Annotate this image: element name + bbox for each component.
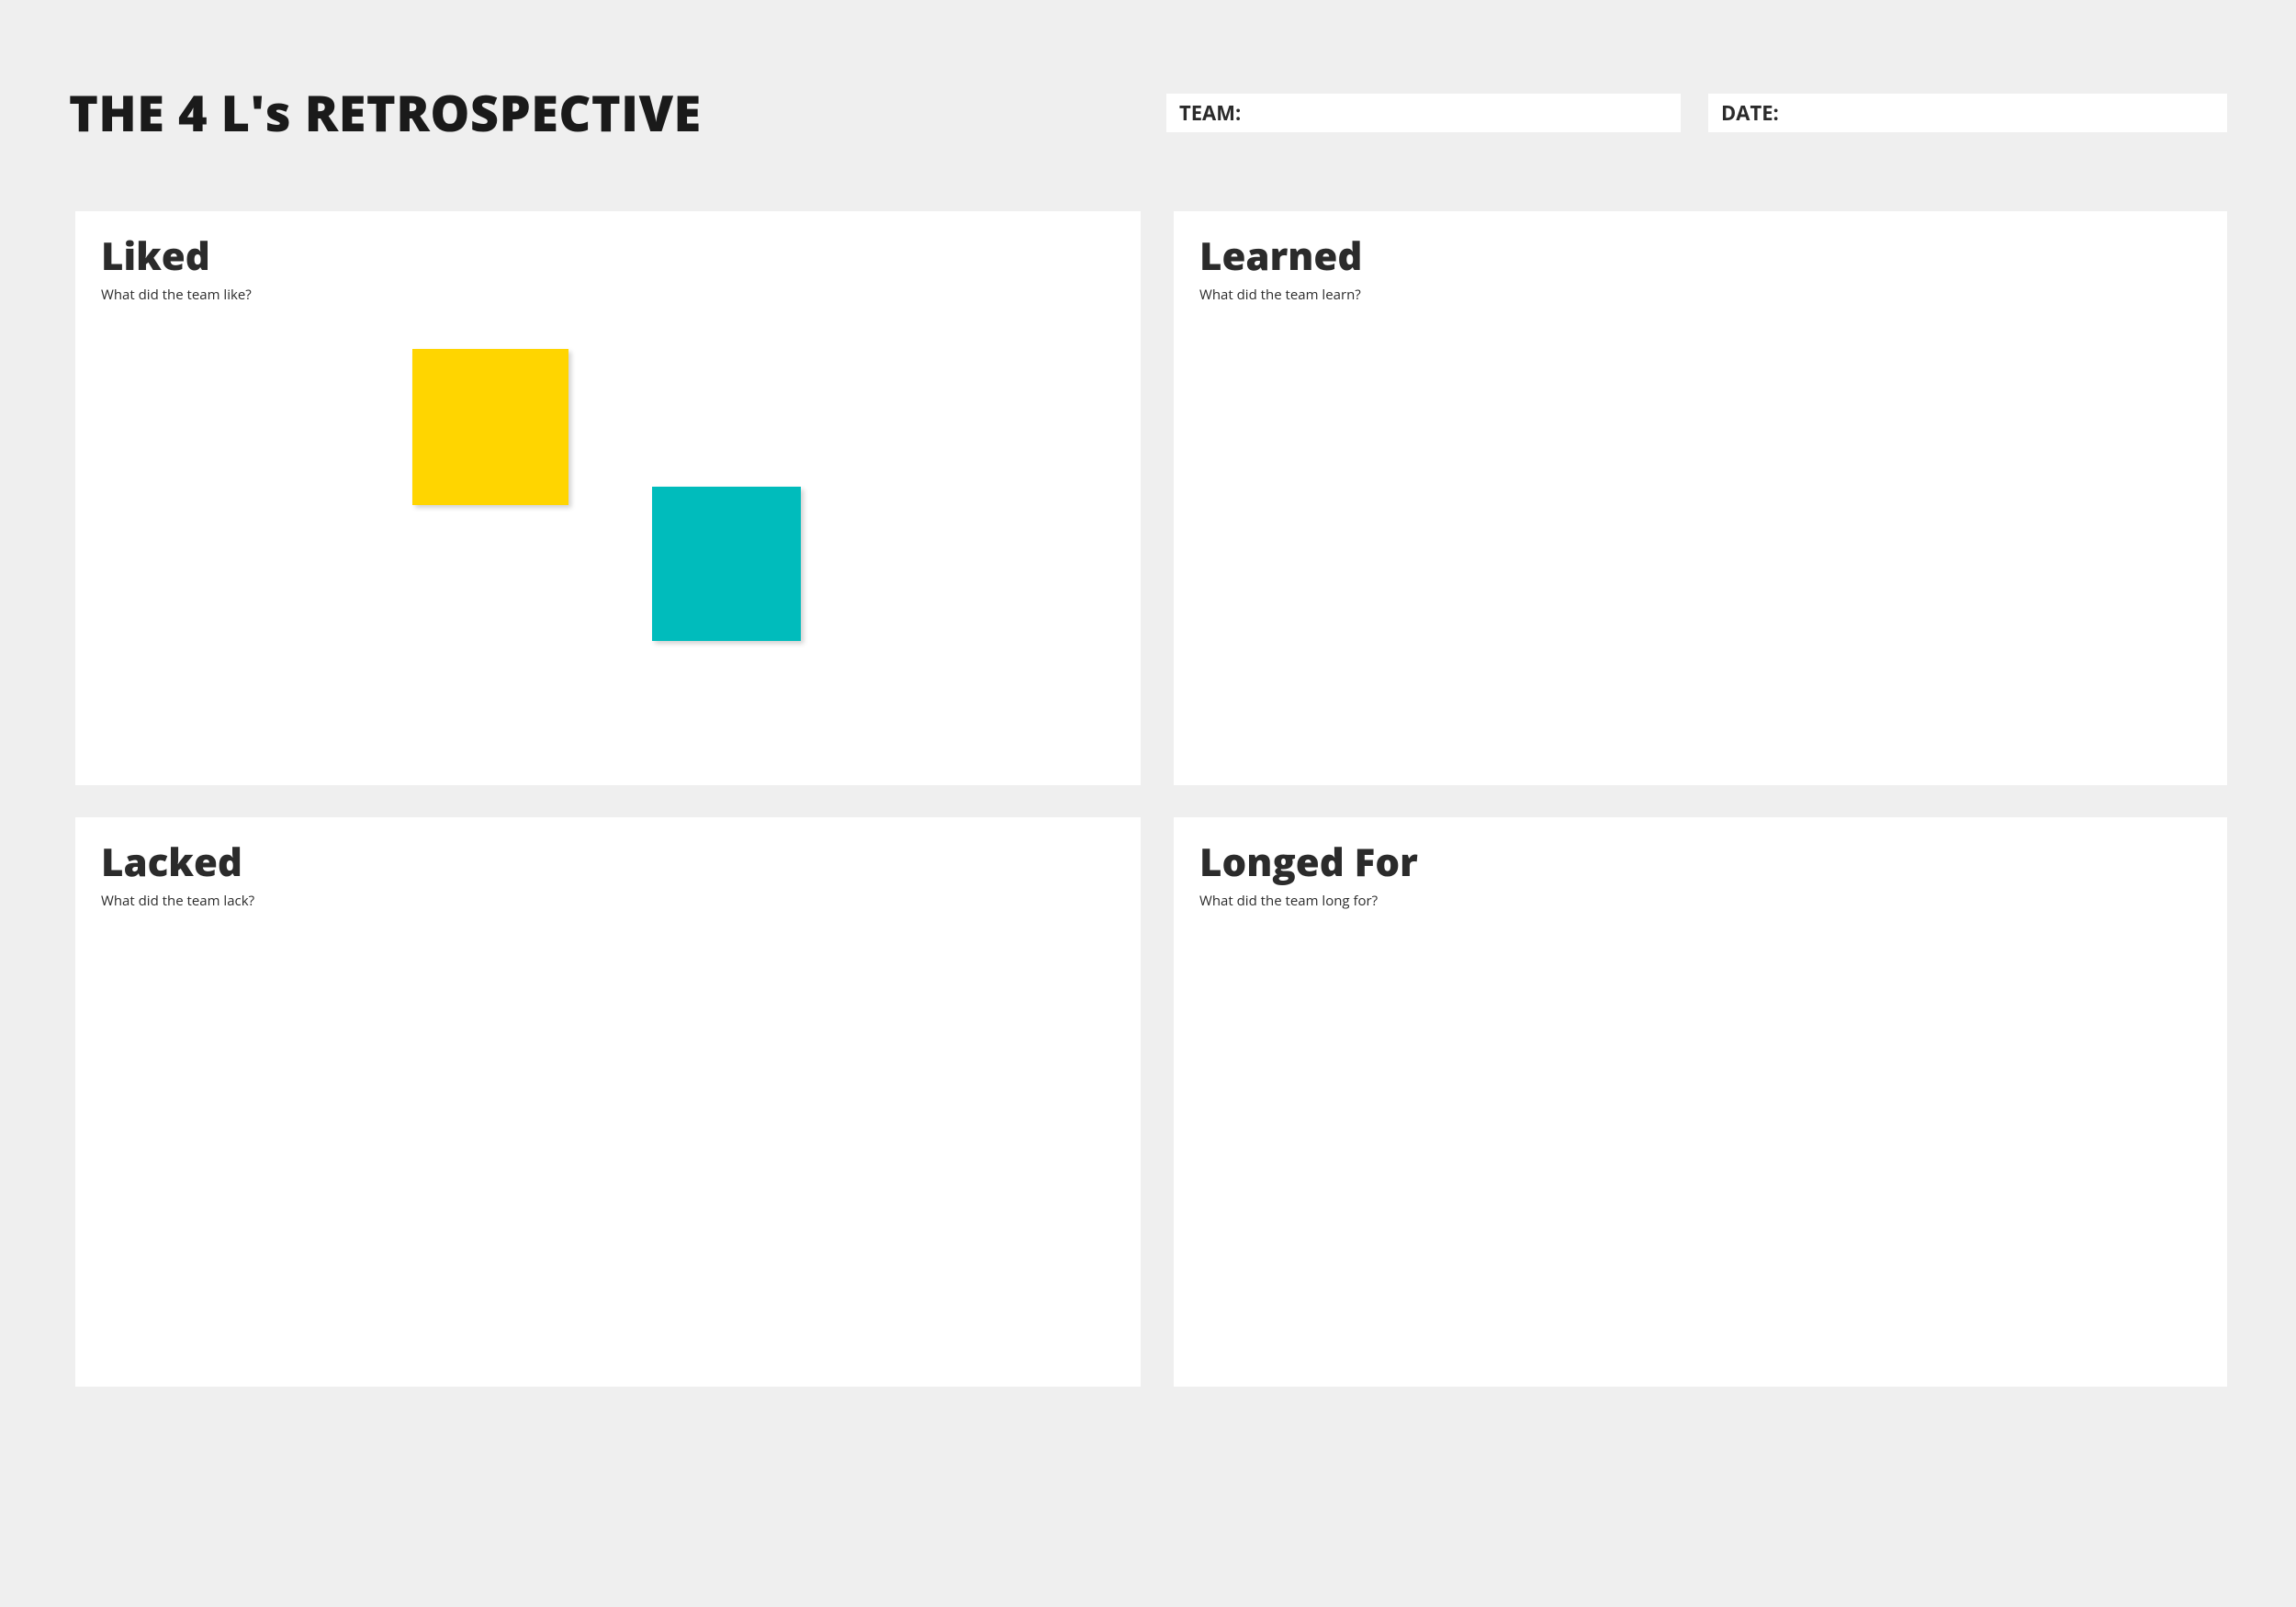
quadrant-liked-title: Liked (101, 230, 1115, 282)
team-field-container: TEAM: (1166, 94, 1681, 132)
quadrant-liked-subtitle: What did the team like? (101, 286, 1115, 304)
quadrant-longed-for[interactable]: Longed For What did the team long for? (1174, 817, 2227, 1387)
quadrant-longed-for-subtitle: What did the team long for? (1199, 892, 2201, 910)
quadrant-liked[interactable]: Liked What did the team like? (75, 211, 1141, 785)
quadrant-learned-subtitle: What did the team learn? (1199, 286, 2201, 304)
team-input[interactable] (1241, 94, 1668, 132)
board-title: THE 4 L's RETROSPECTIVE (69, 78, 702, 146)
quadrant-lacked-subtitle: What did the team lack? (101, 892, 1115, 910)
quadrant-lacked[interactable]: Lacked What did the team lack? (75, 817, 1141, 1387)
sticky-note-yellow[interactable] (412, 349, 568, 505)
date-label: DATE: (1721, 99, 1779, 127)
team-label: TEAM: (1179, 99, 1241, 127)
sticky-note-teal[interactable] (652, 487, 801, 641)
retrospective-board: THE 4 L's RETROSPECTIVE TEAM: DATE: Like… (0, 0, 2296, 1607)
quadrant-learned[interactable]: Learned What did the team learn? (1174, 211, 2227, 785)
date-input[interactable] (1779, 94, 2214, 132)
date-field-container: DATE: (1708, 94, 2227, 132)
quadrant-longed-for-title: Longed For (1199, 836, 2201, 888)
quadrant-lacked-title: Lacked (101, 836, 1115, 888)
quadrant-learned-title: Learned (1199, 230, 2201, 282)
